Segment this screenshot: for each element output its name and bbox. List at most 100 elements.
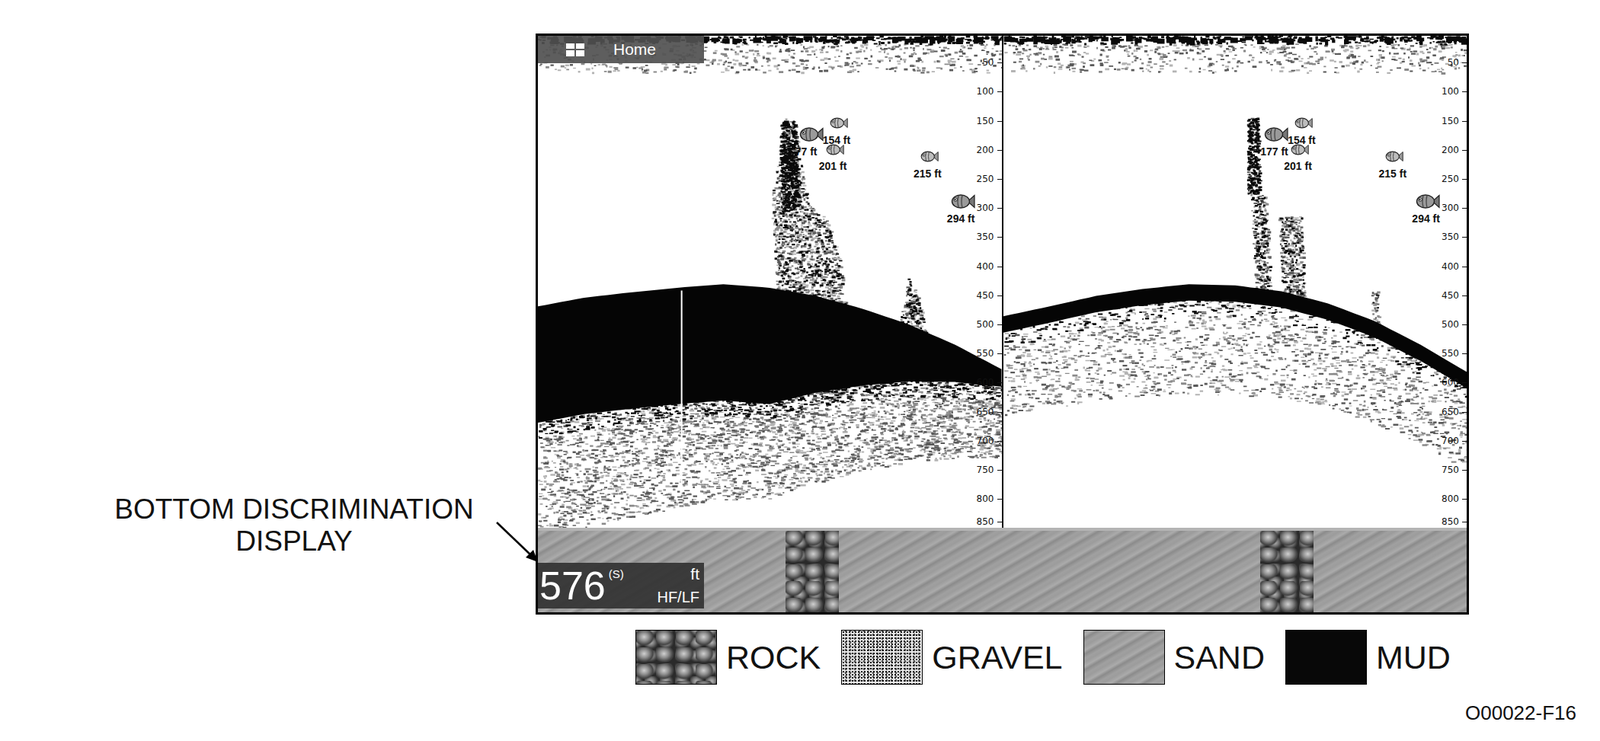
- callout-line: BOTTOM DISCRIMINATION: [83, 493, 505, 526]
- fish-icon: [950, 192, 976, 211]
- depth-scale-label: 600: [976, 377, 996, 388]
- depth-scale-tick: [1462, 150, 1467, 151]
- legend-label: SAND: [1174, 638, 1265, 677]
- depth-scale-tick: [997, 499, 1002, 500]
- fish-depth-label: 201 ft: [819, 160, 848, 173]
- depth-scale-tick: [997, 521, 1002, 523]
- depth-scale-tick: [1462, 236, 1467, 238]
- depth-scale-label: 400: [1440, 261, 1460, 272]
- depth-scale-tick: [997, 353, 1002, 355]
- depth-scale-tick: [1462, 521, 1467, 523]
- depth-scale-label: 850: [1440, 516, 1460, 528]
- fish-depth-label: 154 ft: [822, 134, 852, 147]
- echo-returns: [537, 43, 1002, 528]
- arrow-icon: [487, 516, 540, 566]
- home-label: Home: [613, 39, 656, 60]
- fish-depth-label: 201 ft: [1283, 160, 1312, 173]
- depth-scale-label: 550: [976, 348, 996, 359]
- depth-scale-label: 50: [981, 57, 995, 68]
- depth-scale-label: 150: [1440, 115, 1460, 127]
- depth-scale-label: 800: [1440, 493, 1460, 505]
- bottom-echo: [1003, 284, 1468, 389]
- depth-scale-tick: [1462, 208, 1467, 209]
- depth-scale-tick: [997, 470, 1002, 471]
- depth-scale-label: 650: [976, 406, 996, 418]
- callout-label: BOTTOM DISCRIMINATIONDISPLAY: [83, 33, 505, 558]
- depth-scale-tick: [1462, 121, 1467, 122]
- depth-scale-tick: [1462, 266, 1467, 268]
- fish-depth-label: 177 ft: [1260, 145, 1289, 158]
- depth-scale-tick: [997, 441, 1002, 442]
- figure-id: O00022-F16: [0, 701, 1600, 725]
- grid-cell: [576, 43, 585, 50]
- fish-icon: [1385, 150, 1404, 164]
- fish-depth-label: 215 ft: [913, 167, 942, 180]
- grid-cell: [576, 50, 585, 57]
- fish-depth-label: 215 ft: [1378, 167, 1407, 180]
- sonar-chart: [1003, 35, 1468, 528]
- depth-scale-label: 450: [976, 290, 996, 301]
- home-button[interactable]: Home: [537, 35, 704, 64]
- depth-scale-tick: [997, 324, 1002, 326]
- echo-returns: [537, 43, 1002, 528]
- depth-scale-label: 250: [976, 173, 996, 185]
- fish-icon: [1415, 192, 1440, 211]
- depth-scale-label: 700: [976, 435, 996, 447]
- echo-returns: [1003, 35, 1467, 398]
- readout-side: ftHF/LF: [656, 563, 700, 609]
- depth-scale-tick: [997, 208, 1002, 209]
- depth-scale-tick: [1462, 324, 1467, 326]
- echo-returns: [537, 35, 1002, 439]
- fish-icon: [829, 116, 848, 130]
- legend-swatch: [841, 630, 923, 685]
- legend-label: MUD: [1376, 638, 1451, 677]
- depth-scale-tick: [1462, 295, 1467, 297]
- depth-scale-tick: [997, 179, 1002, 180]
- grid-icon: [566, 43, 585, 57]
- figure-row: BOTTOM DISCRIMINATIONDISPLAY 50 100 150 200 2…: [0, 0, 1600, 615]
- depth-scale-tick: [997, 266, 1002, 268]
- depth-readout: 576(S)ftHF/LF: [537, 563, 704, 609]
- fish-icon: [1264, 125, 1289, 144]
- depth-scale-label: 100: [1440, 86, 1460, 97]
- callout-line: DISPLAY: [83, 525, 505, 558]
- legend: ROCKGRAVELSANDMUD: [635, 630, 1600, 685]
- legend-swatch: [635, 630, 717, 685]
- bottom-discrimination-strip: 576(S)ftHF/LF: [537, 531, 1467, 613]
- depth-scale-label: 650: [1440, 406, 1460, 418]
- depth-scale-label: 550: [1440, 348, 1460, 359]
- depth-scale-tick: [997, 295, 1002, 297]
- echo-returns: [1003, 43, 1467, 464]
- depth-scale-tick: [1462, 62, 1467, 64]
- legend-item: SAND: [1083, 630, 1265, 685]
- depth-scale-tick: [1462, 412, 1467, 413]
- depth-scale-label: 400: [976, 261, 996, 272]
- echo-returns: [1004, 43, 1467, 464]
- depth-scale-label: 200: [1440, 144, 1460, 156]
- depth-value: 576: [539, 563, 606, 609]
- legend-swatch: [1083, 630, 1165, 685]
- depth-scale-label: 750: [1440, 464, 1460, 476]
- depth-scale-label: 800: [976, 493, 996, 505]
- fish-icon: [920, 150, 939, 164]
- grid-cell: [566, 43, 575, 50]
- callout-area: BOTTOM DISCRIMINATIONDISPLAY: [0, 33, 536, 615]
- depth-scale-label: 150: [976, 115, 996, 127]
- depth-scale-label: 50: [1446, 57, 1460, 68]
- depth-scale-label: 200: [976, 144, 996, 156]
- depth-scale-tick: [997, 150, 1002, 151]
- depth-scale-tick: [1462, 91, 1467, 93]
- fish-icon: [799, 125, 824, 144]
- depth-scale-label: 700: [1440, 435, 1460, 447]
- fish-icon: [1294, 116, 1313, 130]
- depth-scale-tick: [997, 236, 1002, 238]
- depth-scale-tick: [1462, 499, 1467, 500]
- bottom-type-segment: [1260, 531, 1313, 613]
- depth-scale-label: 450: [1440, 290, 1460, 301]
- fish-depth-label: 294 ft: [1411, 212, 1440, 225]
- sonar-display: 5010015020025030035040045050055060065070…: [535, 33, 1469, 615]
- frequency-mode: HF/LF: [656, 588, 700, 606]
- legend-swatch: [1285, 630, 1367, 685]
- depth-scale-tick: [1462, 179, 1467, 180]
- depth-scale-tick: [1462, 353, 1467, 355]
